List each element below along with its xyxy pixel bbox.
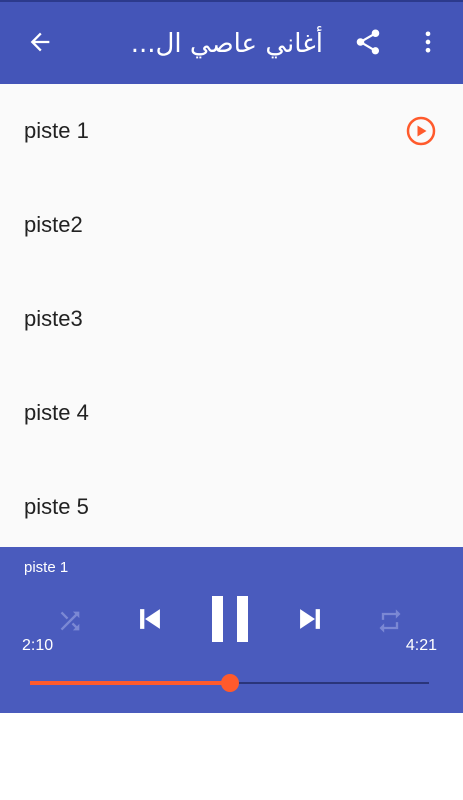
track-label: piste3 [24,306,83,331]
more-options-button[interactable] [404,18,452,66]
repeat-button[interactable] [372,603,408,639]
back-button[interactable] [16,18,64,66]
seek-bar-thumb[interactable] [220,674,239,692]
repeat-icon [379,609,401,633]
list-item[interactable]: piste 5 [0,460,463,554]
track-label: piste 5 [24,494,89,519]
arrow-back-icon [30,32,50,52]
share-button[interactable] [344,18,392,66]
track-list: piste 1 piste2 piste3 piste 4 piste 5 [0,84,463,554]
track-label: piste 4 [24,400,89,425]
app-bar: أغاني عاصي ال... [0,2,463,84]
list-item[interactable]: piste2 [0,178,463,272]
track-label: piste 1 [24,118,89,143]
pause-button[interactable] [206,593,254,645]
shuffle-icon [60,611,80,631]
list-item[interactable]: piste 1 [0,84,463,178]
shuffle-button[interactable] [52,603,88,639]
list-item[interactable]: piste3 [0,272,463,366]
elapsed-time: 2:10 [22,637,54,654]
page-title: أغاني عاصي ال... [130,29,323,59]
more-vert-icon [425,31,431,53]
total-time: 4:21 [405,637,437,654]
mini-player: piste 1 2:10 4:21 [0,547,463,713]
track-label: piste2 [24,212,83,237]
list-item[interactable]: piste 4 [0,366,463,460]
now-playing-label: piste 1 [24,559,69,576]
play-circle-icon[interactable] [405,115,437,147]
share-icon [356,29,380,55]
pause-icon [212,596,248,642]
seek-bar-progress [30,681,230,685]
skip-previous-icon [140,609,160,629]
previous-button[interactable] [130,599,170,639]
seek-bar[interactable] [30,674,429,692]
skip-next-icon [300,609,320,629]
next-button[interactable] [290,599,330,639]
